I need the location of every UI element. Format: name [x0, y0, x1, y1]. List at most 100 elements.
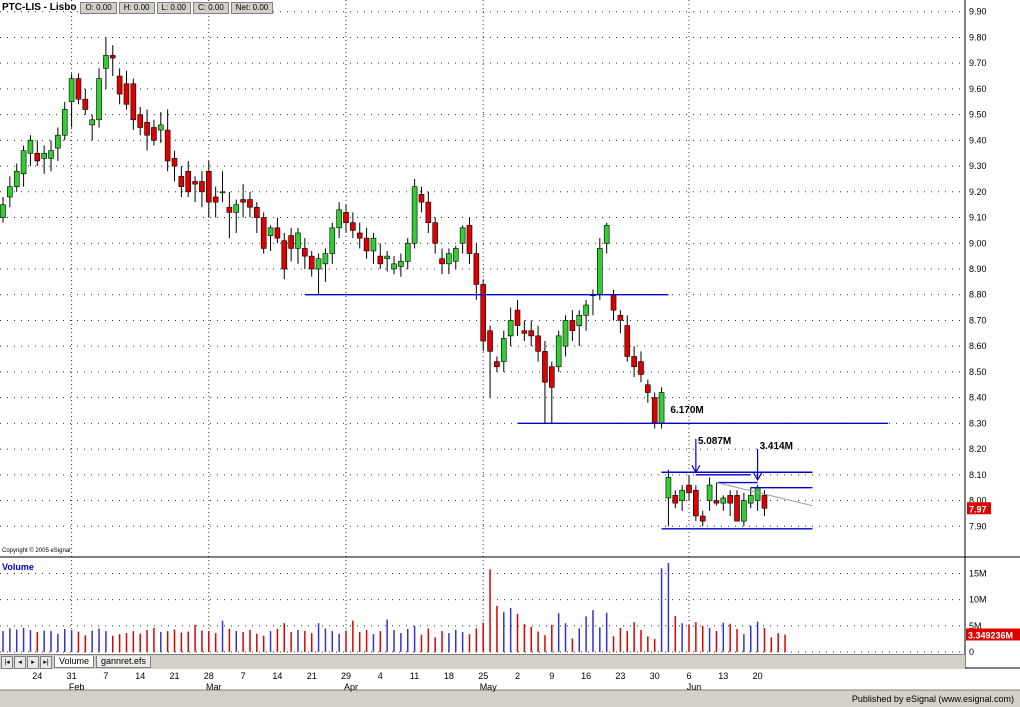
candle-body [658, 392, 665, 424]
x-month-label: Mar [206, 682, 222, 692]
candle-body [274, 227, 281, 239]
candle-body [548, 366, 555, 388]
x-day-label: 14 [272, 671, 282, 681]
tab-gannret[interactable]: gannret.efs [96, 656, 152, 668]
candle-body [384, 255, 390, 260]
candle-body [720, 497, 727, 504]
x-month-label: May [480, 682, 498, 692]
candle-body [109, 55, 116, 59]
publisher-footer: Published by eSignal (www.esignal.com) [851, 694, 1014, 704]
prev-tab-icon[interactable]: ◂ [14, 655, 26, 669]
candle-body [693, 489, 699, 517]
candle-body [528, 330, 535, 337]
candle-body [603, 224, 610, 244]
price-tick-label: 8.40 [969, 393, 987, 403]
candle-body [665, 477, 672, 499]
x-day-label: 4 [378, 671, 383, 681]
candle-body [713, 500, 720, 504]
price-tick-label: 9.10 [969, 213, 987, 223]
candle-body [130, 83, 137, 121]
chart-axes: 9.90 9.80 9.70 9.60 9.50 9.40 9.30 9.20 9.10 9.00… [0, 0, 1020, 707]
last-tab-icon[interactable]: ▸| [40, 655, 52, 669]
candle-body [206, 170, 212, 203]
volume-annotation-label: 5.087M [698, 436, 731, 447]
candle-body [171, 158, 178, 167]
x-day-label: 29 [341, 671, 351, 681]
candle-body [672, 495, 679, 504]
price-tick-label: 8.90 [969, 264, 987, 274]
candle-body [418, 194, 425, 203]
candle-body [302, 248, 308, 257]
candle-body [487, 330, 493, 352]
candle-body [617, 315, 624, 321]
candle-body [473, 253, 480, 285]
x-month-label: Apr [344, 682, 358, 692]
candle-body [350, 222, 356, 231]
candle-body [199, 181, 205, 193]
next-tab-icon[interactable]: ▸ [27, 655, 39, 669]
price-tick-label: 9.90 [969, 7, 987, 17]
candle-body [82, 98, 89, 110]
candle-body [494, 361, 500, 368]
candle-body [55, 134, 61, 149]
pane-tab-bar: |◂ ◂ ▸ ▸| Volume gannret.efs [0, 654, 965, 669]
candle-body [27, 140, 34, 154]
candle-body [137, 114, 143, 128]
open-value: O: 0.00 [80, 2, 117, 14]
x-day-label: 28 [204, 671, 214, 681]
price-tick-label: 8.80 [969, 290, 987, 300]
candle-body [754, 487, 761, 501]
candle-body [295, 232, 301, 249]
candle-body [363, 237, 370, 252]
candle-body [20, 150, 27, 175]
candle-body [68, 78, 75, 103]
x-day-label: 18 [444, 671, 454, 681]
candle-body [247, 199, 253, 208]
candle-body [48, 150, 54, 159]
x-day-label: 25 [478, 671, 488, 681]
candle-body [583, 304, 589, 316]
candle-body [576, 315, 583, 326]
candle-body [638, 361, 644, 375]
candle-body [322, 253, 329, 265]
price-tick-label: 8.50 [969, 367, 987, 377]
candlestick-series [0, 37, 768, 527]
candle-body [260, 217, 267, 249]
candle-body [315, 258, 322, 270]
x-month-label: Feb [69, 682, 85, 692]
net-value: Net: 0.00 [230, 2, 274, 14]
low-value: L: 0.00 [156, 2, 191, 14]
candle-body [116, 75, 123, 95]
x-day-label: 23 [615, 671, 625, 681]
x-day-label: 30 [650, 671, 660, 681]
close-value: C: 0.00 [192, 2, 229, 14]
price-chart[interactable]: 6.170M5.087M 3.414M 9.909.809.709.609.509… [0, 0, 1020, 707]
volume-pane-title: Volume [2, 562, 34, 572]
price-tick-label: 8.70 [969, 315, 987, 325]
candle-body [446, 253, 452, 265]
x-day-label: 21 [169, 671, 179, 681]
copyright-text: Copyright © 2005 eSignal [2, 548, 71, 554]
candle-body [569, 320, 576, 332]
candle-body [452, 248, 459, 262]
candle-body [226, 206, 233, 213]
tab-volume[interactable]: Volume [54, 656, 95, 668]
candle-body [370, 237, 377, 252]
candle-body [96, 78, 102, 121]
candle-body [0, 204, 6, 218]
first-tab-icon[interactable]: |◂ [1, 655, 13, 669]
support-resistance-lines [304, 294, 888, 530]
candle-body [459, 227, 466, 244]
candle-body [151, 127, 157, 141]
x-day-label: 13 [718, 671, 728, 681]
volume-annotation-label: 3.414M [760, 441, 793, 452]
candle-body [219, 191, 226, 194]
candle-body [267, 227, 274, 236]
candle-body [398, 260, 404, 267]
candle-body [747, 495, 754, 504]
candle-body [391, 263, 397, 270]
last-price-label: 7.97 [969, 504, 987, 514]
candle-body [706, 484, 713, 501]
price-tick-label: 8.10 [969, 470, 987, 480]
x-month-label: Jun [687, 682, 702, 692]
